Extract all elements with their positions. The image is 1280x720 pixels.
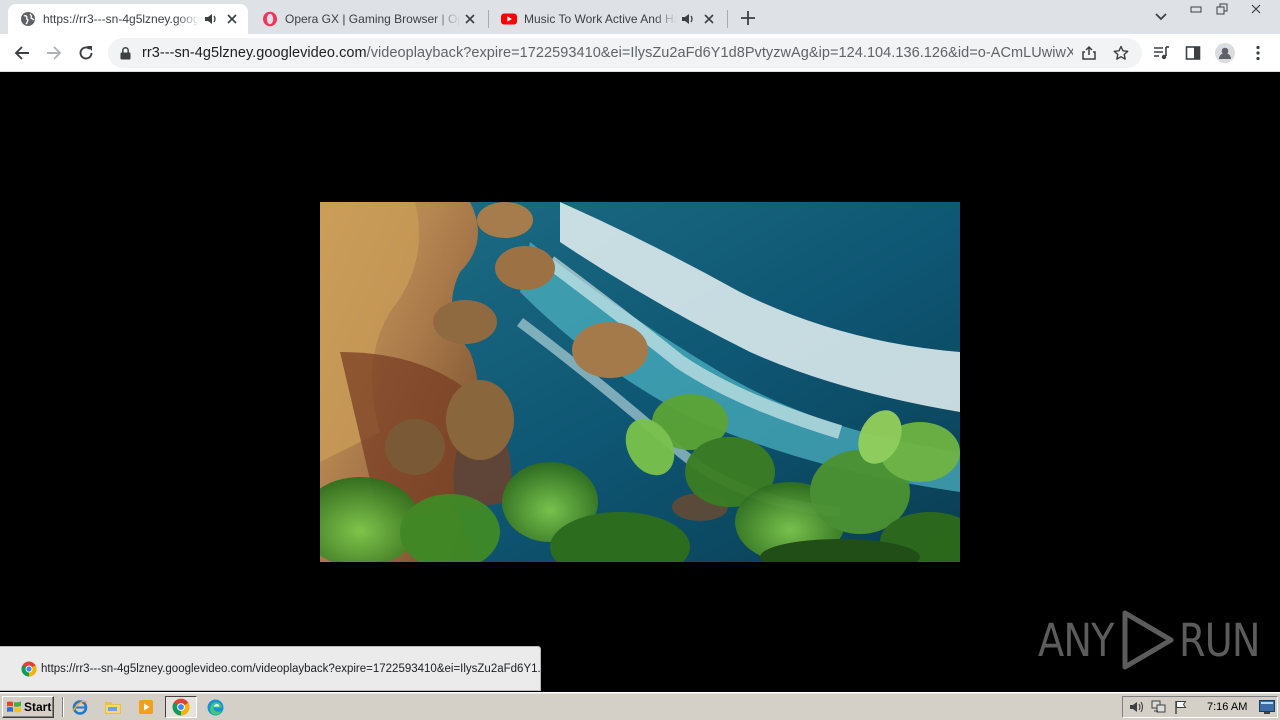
url-host: rr3---sn-4g5lzney.googlevideo.com [142, 45, 367, 61]
explorer-quicklaunch[interactable] [104, 698, 122, 716]
start-label: Start [24, 700, 52, 714]
watermark-text-left: ANY [1038, 613, 1114, 667]
tab-title: https://rr3---sn-4g5lzney.googlevideo.co… [43, 12, 200, 26]
window-controls [1180, 1, 1266, 16]
windows-taskbar: Start 7:16 AM [0, 692, 1280, 720]
speaker-icon[interactable] [204, 12, 218, 26]
volume-icon[interactable] [1129, 699, 1145, 715]
avatar [1215, 43, 1235, 63]
network-icon[interactable] [1151, 699, 1167, 715]
queue-music-icon [1154, 46, 1169, 60]
chrome-taskbar-button[interactable] [165, 696, 197, 718]
tab-divider [727, 10, 728, 28]
chevron-down-icon [1155, 13, 1167, 21]
forward-button[interactable] [40, 39, 68, 67]
chrome-icon [21, 661, 37, 676]
arrow-right-icon [47, 46, 62, 60]
minimize-button[interactable] [1186, 1, 1206, 16]
reload-icon [79, 46, 93, 60]
restore-icon [1216, 3, 1228, 14]
back-button[interactable] [8, 39, 36, 67]
arrow-left-icon [14, 46, 29, 60]
anyrun-watermark: ANY RUN [1038, 608, 1274, 672]
desktop-screen: https://rr3---sn-4g5lzney.googlevideo.co… [0, 0, 1280, 720]
edge-icon [207, 699, 223, 715]
close-tab-icon[interactable] [462, 11, 478, 27]
system-tray: 7:16 AM [1122, 696, 1278, 718]
tab-strip: https://rr3---sn-4g5lzney.googlevideo.co… [0, 0, 1280, 34]
url-path: /videoplayback?expire=1722593410&ei=Ilys… [366, 45, 1073, 61]
tab-search-button[interactable] [1152, 8, 1170, 26]
menu-button[interactable] [1244, 39, 1272, 67]
opera-icon [263, 11, 277, 27]
play-logo-icon [1122, 610, 1174, 670]
reload-button[interactable] [72, 39, 100, 67]
clock[interactable]: 7:16 AM [1207, 701, 1247, 713]
address-text[interactable]: rr3---sn-4g5lzney.googlevideo.com/videop… [142, 45, 1073, 61]
taskbar-divider [62, 697, 64, 717]
chrome-icon [172, 698, 190, 716]
start-button[interactable]: Start [2, 696, 54, 718]
globe-icon [21, 12, 35, 26]
windows-logo-icon [7, 701, 21, 713]
link-status-bubble: https://rr3---sn-4g5lzney.googlevideo.co… [0, 646, 541, 691]
close-icon [1251, 4, 1261, 13]
edge-quicklaunch[interactable] [206, 698, 224, 716]
video-player[interactable] [320, 202, 960, 562]
close-tab-icon[interactable] [701, 11, 717, 27]
show-desktop-icon[interactable] [1259, 700, 1276, 714]
share-icon[interactable] [1078, 42, 1100, 64]
folder-icon [105, 702, 121, 714]
restore-button[interactable] [1212, 1, 1232, 16]
new-tab-button[interactable] [737, 7, 759, 29]
bookmark-star-icon[interactable] [1110, 42, 1132, 64]
more-vertical-icon [1256, 45, 1260, 61]
tab-videoplayback[interactable]: https://rr3---sn-4g5lzney.googlevideo.co… [8, 4, 248, 34]
profile-button[interactable] [1211, 39, 1239, 67]
tab-youtube-music[interactable]: Music To Work Active And Happy [489, 4, 725, 34]
ie-quicklaunch[interactable] [71, 698, 89, 716]
close-tab-icon[interactable] [224, 11, 240, 27]
video-frame [320, 202, 960, 562]
tab-title: Music To Work Active And Happy [524, 12, 677, 26]
flag-icon[interactable] [1173, 699, 1189, 715]
page-content: https://rr3---sn-4g5lzney.googlevideo.co… [0, 72, 1280, 692]
media-player-icon [139, 700, 153, 714]
address-bar[interactable]: rr3---sn-4g5lzney.googlevideo.com/videop… [108, 38, 1142, 68]
media-control-button[interactable] [1147, 39, 1175, 67]
speaker-icon[interactable] [681, 12, 695, 26]
ie-icon [72, 700, 88, 715]
tab-title: Opera GX | Gaming Browser | Opera [285, 12, 460, 26]
tab-opera-gx[interactable]: Opera GX | Gaming Browser | Opera [250, 4, 486, 34]
media-player-quicklaunch[interactable] [137, 698, 155, 716]
watermark-text-right: RUN [1178, 613, 1260, 667]
lock-icon[interactable] [118, 46, 132, 60]
status-url-text: https://rr3---sn-4g5lzney.googlevideo.co… [41, 662, 540, 675]
side-panel-icon [1185, 46, 1201, 60]
youtube-icon [501, 13, 517, 25]
side-panel-button[interactable] [1179, 39, 1207, 67]
minimize-icon [1190, 6, 1202, 12]
plus-icon [741, 11, 755, 25]
browser-toolbar: rr3---sn-4g5lzney.googlevideo.com/videop… [0, 34, 1280, 72]
close-window-button[interactable] [1246, 1, 1266, 16]
